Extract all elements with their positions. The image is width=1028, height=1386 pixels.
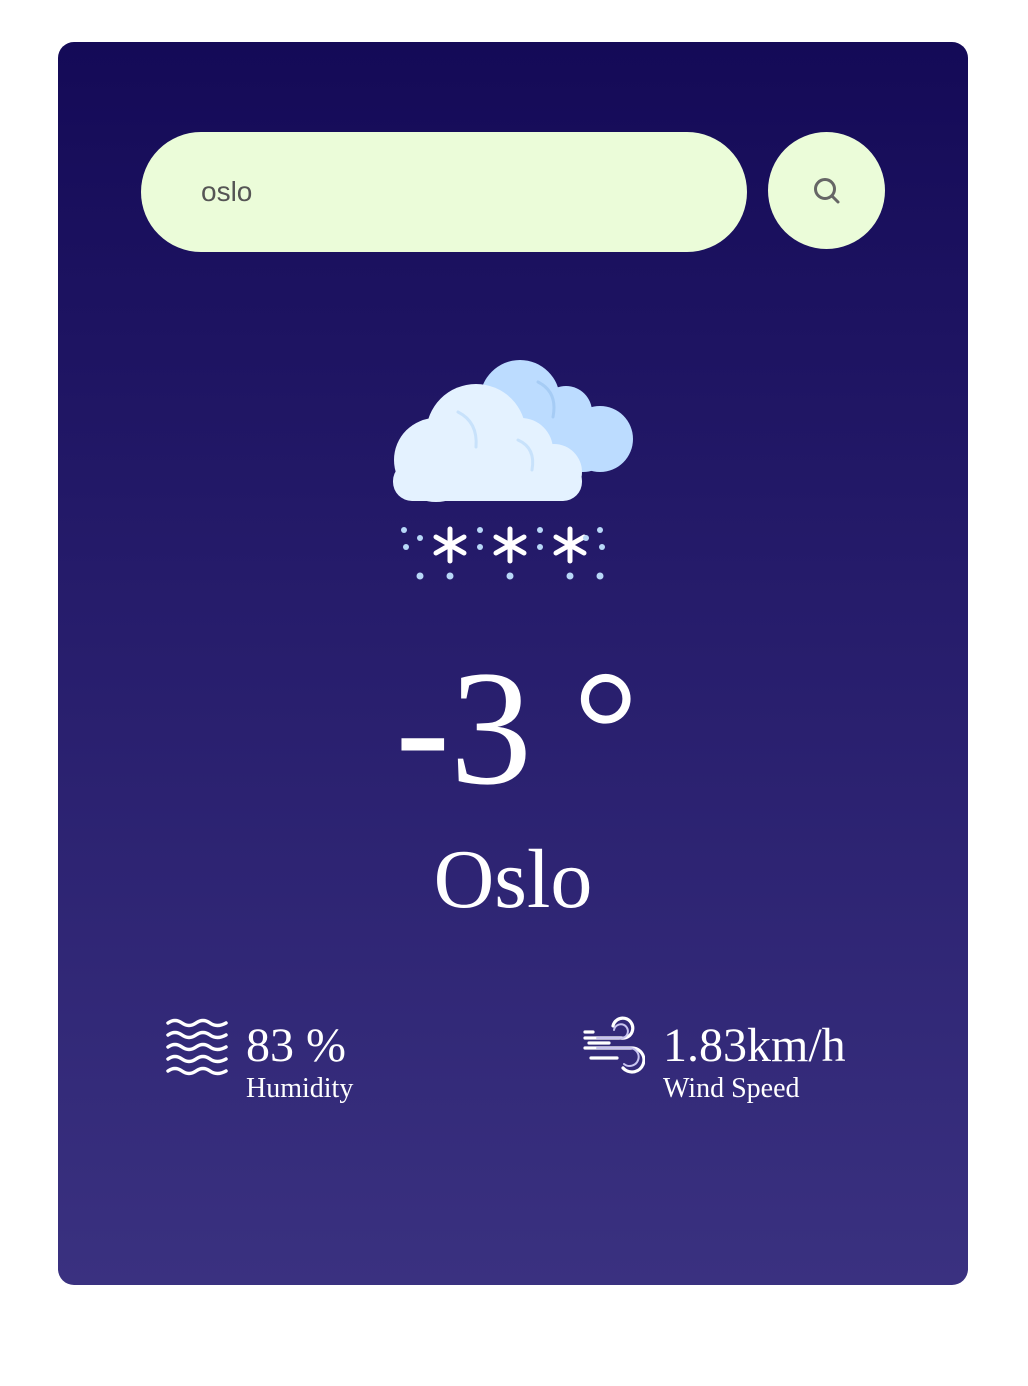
wind-label: Wind Speed	[663, 1073, 800, 1104]
humidity-value: 83 %	[246, 1019, 346, 1072]
humidity-detail: 83 % Humidity	[166, 1012, 353, 1106]
wind-detail: 1.83km/h Wind Speed	[583, 1012, 846, 1106]
weather-card: -3 ° Oslo 83 % Humidity	[58, 42, 968, 1285]
search-input[interactable]	[141, 132, 747, 252]
wind-value: 1.83km/h	[663, 1019, 846, 1072]
temperature: -3 °	[395, 638, 639, 819]
humidity-label: Humidity	[246, 1073, 354, 1104]
search-bar	[141, 132, 885, 252]
search-icon	[813, 177, 839, 203]
humidity-icon	[166, 1018, 228, 1076]
wind-icon	[583, 1016, 645, 1074]
snow-cloud-icon	[393, 360, 633, 580]
city-name: Oslo	[433, 833, 593, 926]
search-button[interactable]	[768, 132, 885, 249]
